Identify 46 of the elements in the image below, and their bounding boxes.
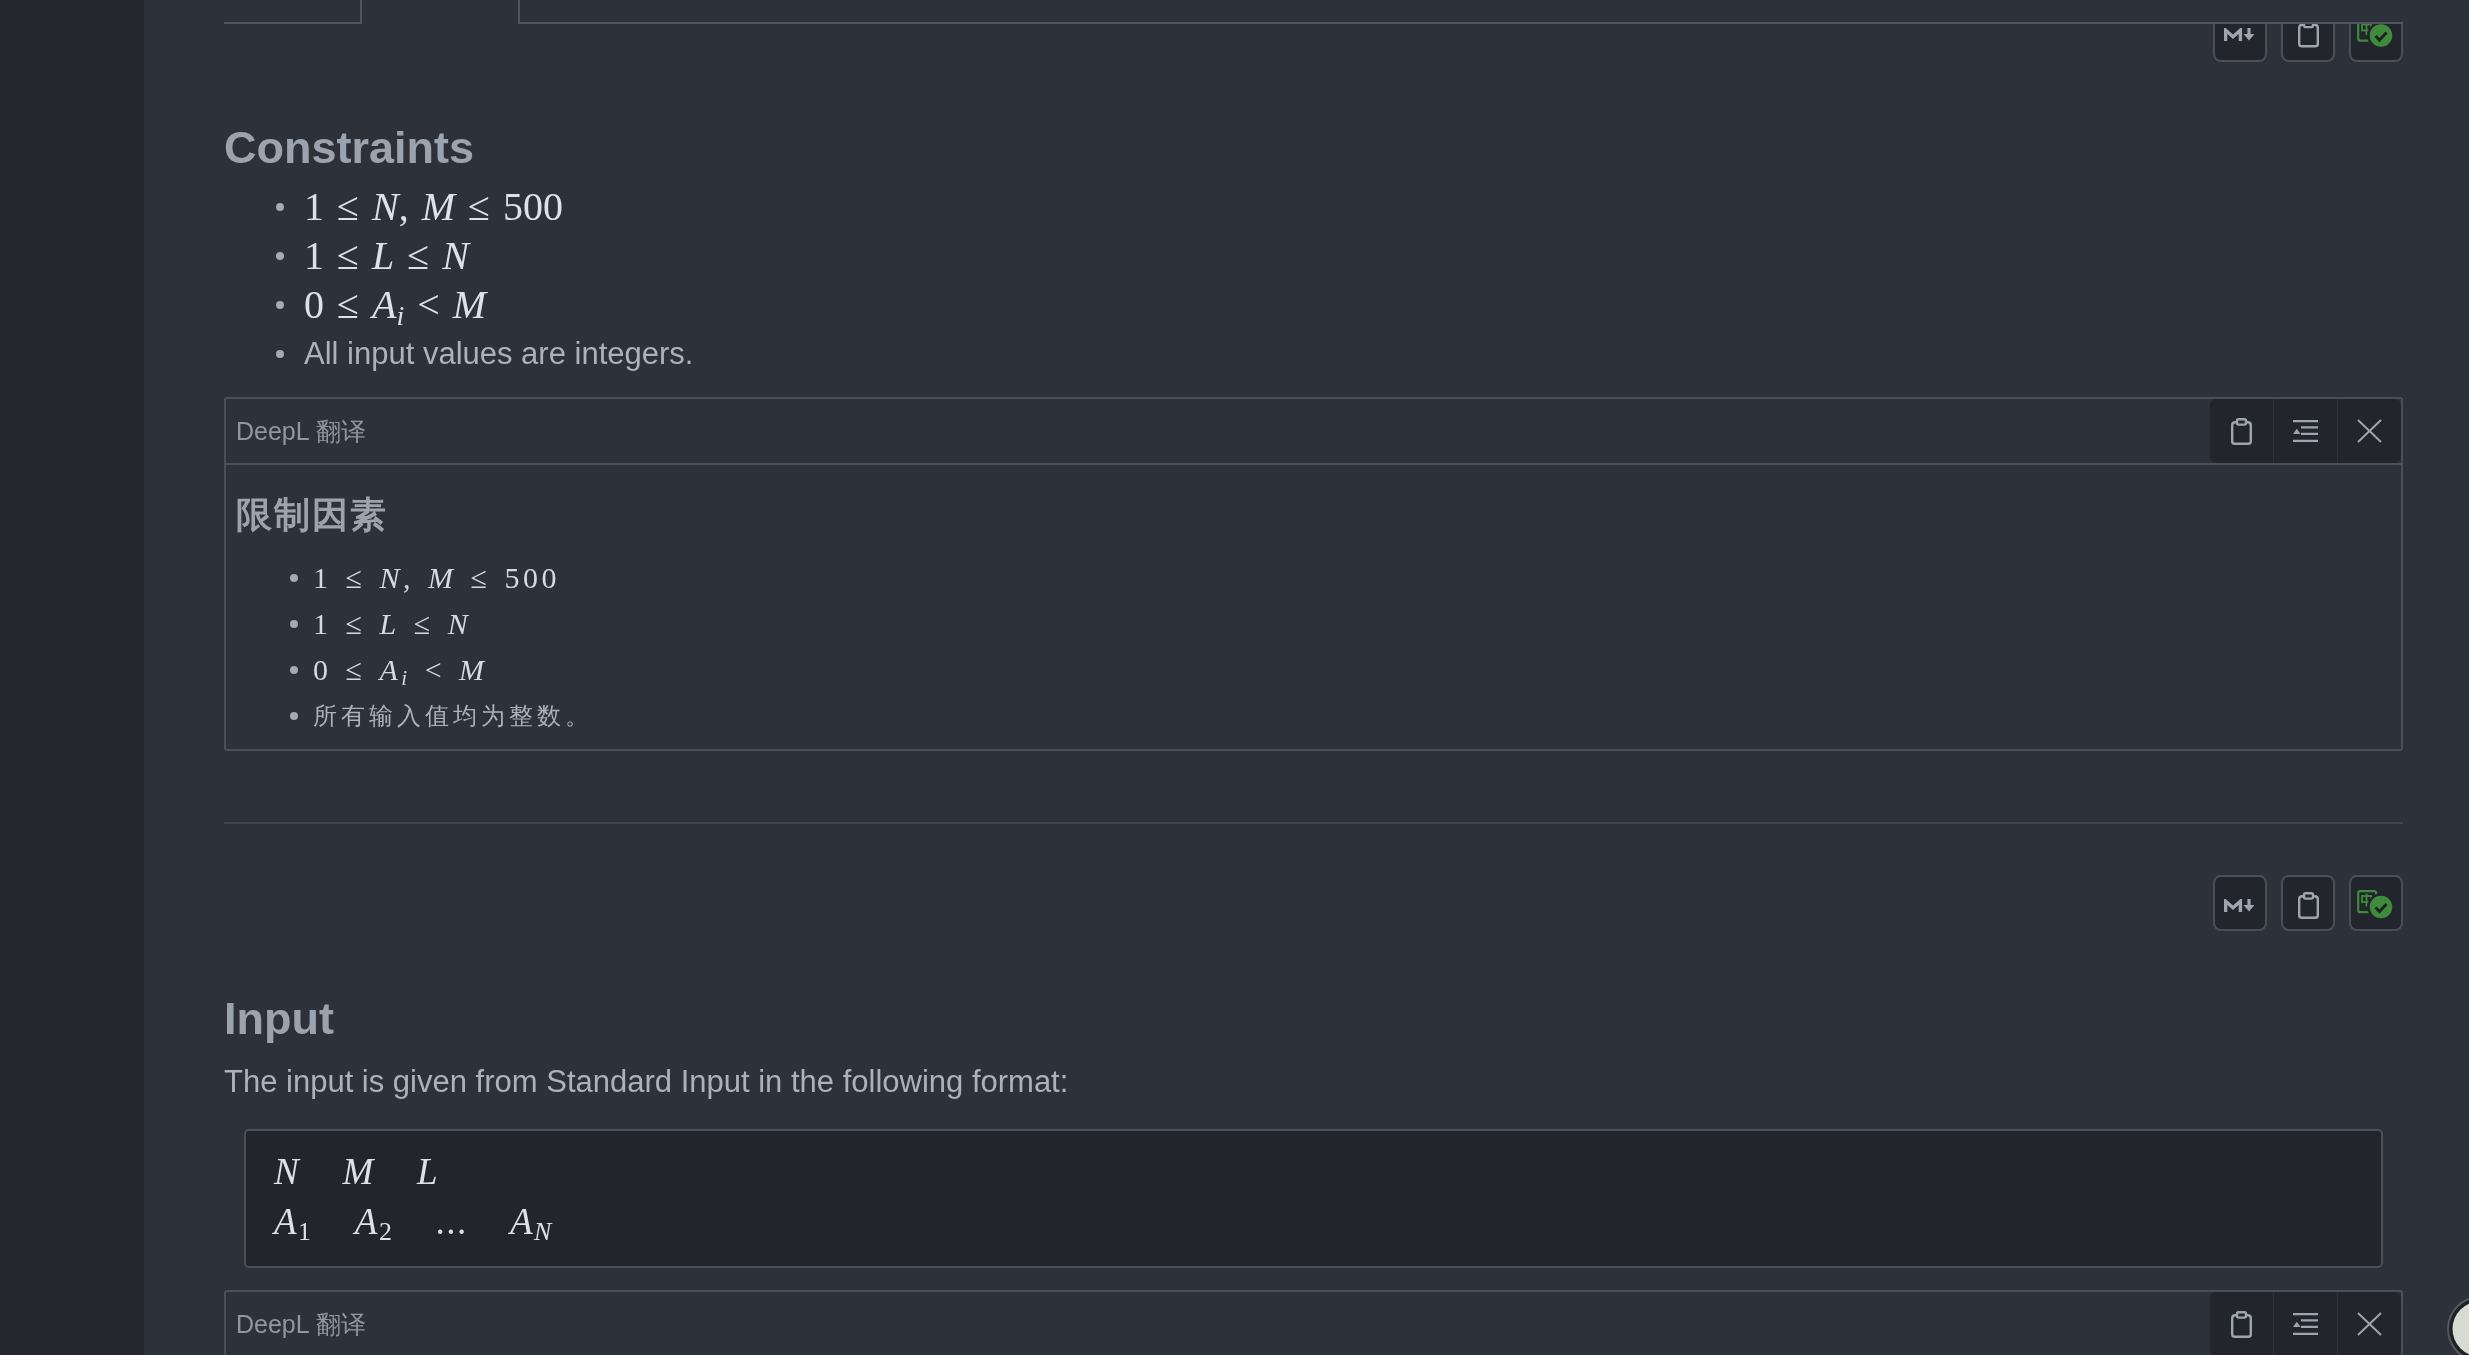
translate-button[interactable] xyxy=(2349,875,2403,931)
list-text: 所有输入值均为整数。 xyxy=(313,701,593,732)
clipboard-icon xyxy=(2297,24,2319,48)
paragraph: The input is given from Standard Input in the following format: xyxy=(224,1063,1070,1101)
copy-button[interactable] xyxy=(2210,1292,2273,1355)
bullet-icon xyxy=(276,202,284,211)
translation-label: DeepL 翻译 xyxy=(236,1309,366,1340)
math-text: 1 ≤ L ≤ N xyxy=(313,606,472,642)
list-text: All input values are integers. xyxy=(304,335,694,373)
format-line: N M L xyxy=(274,1150,439,1194)
close-icon xyxy=(2357,1312,2382,1336)
bullet-icon xyxy=(276,349,284,358)
translated-heading: 限制因素 xyxy=(236,493,389,537)
bullet-icon xyxy=(276,251,284,260)
copy-button[interactable] xyxy=(2281,24,2335,62)
copy-button[interactable] xyxy=(2281,875,2335,931)
math-text: 0 ≤ A$_{i}$ < M xyxy=(304,281,487,329)
close-icon xyxy=(2357,419,2382,443)
copy-button[interactable] xyxy=(2210,399,2273,463)
bullet-icon xyxy=(290,574,298,582)
text-format-button[interactable] xyxy=(2274,399,2337,463)
format-line: A$_{1}$ A$_{2}$ ... A$_{N}$ xyxy=(274,1200,553,1247)
bullet-icon xyxy=(290,712,298,720)
markdown-icon xyxy=(2224,898,2256,912)
markdown-button[interactable] xyxy=(2213,875,2267,931)
text-format-button[interactable] xyxy=(2274,1292,2337,1355)
bullet-icon xyxy=(290,666,298,674)
translate-button[interactable] xyxy=(2349,24,2403,62)
math-text: 1 ≤ N, M ≤ 500 xyxy=(313,560,560,596)
translation-label: DeepL 翻译 xyxy=(236,416,366,447)
bullet-icon xyxy=(276,300,284,309)
section-heading: Input xyxy=(224,992,335,1046)
math-text: 0 ≤ A$_{i}$ < M xyxy=(313,652,488,693)
text-lines-icon xyxy=(2292,420,2319,442)
clipboard-icon xyxy=(2231,417,2252,445)
math-text: 1 ≤ N, M ≤ 500 xyxy=(304,183,563,231)
clipboard-icon xyxy=(2231,1310,2252,1338)
markdown-icon xyxy=(2224,27,2256,41)
bullet-icon xyxy=(290,620,298,628)
section-heading: Constraints xyxy=(224,121,476,175)
clipboard-icon xyxy=(2297,891,2319,919)
math-text: 1 ≤ L ≤ N xyxy=(304,232,469,280)
text-lines-icon xyxy=(2292,1313,2319,1335)
close-button[interactable] xyxy=(2338,399,2401,463)
close-button[interactable] xyxy=(2338,1292,2401,1355)
markdown-button[interactable] xyxy=(2213,24,2267,62)
